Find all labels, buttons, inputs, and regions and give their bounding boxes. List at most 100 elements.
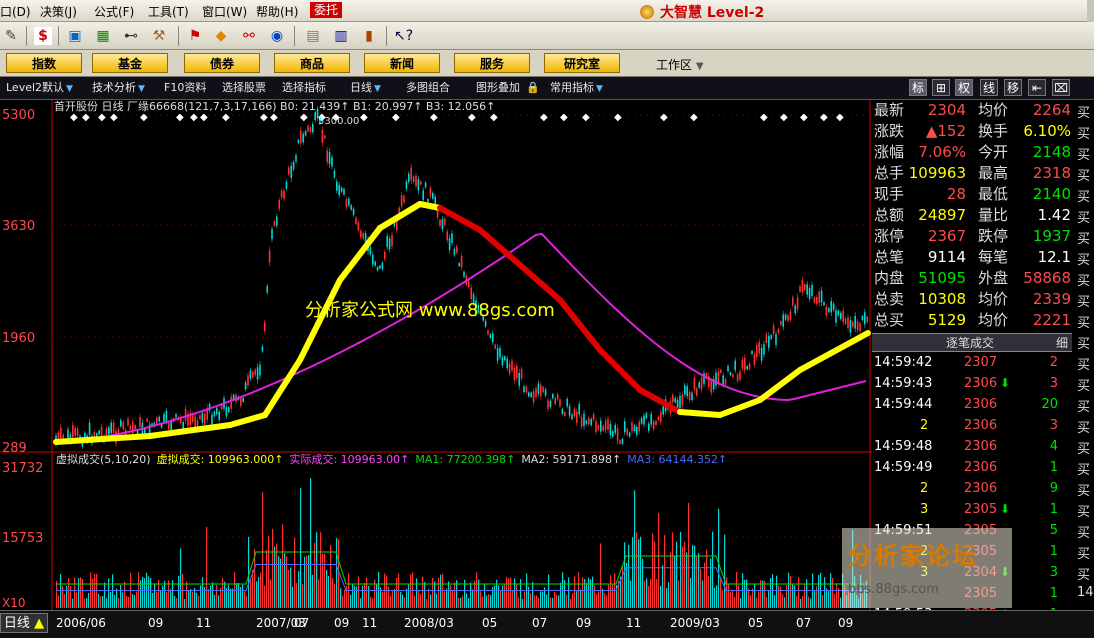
candle-body: [427, 198, 429, 203]
pencil-icon[interactable]: ✎: [2, 27, 20, 45]
books-icon[interactable]: ▮: [360, 27, 378, 45]
nav-index-button[interactable]: 指数: [6, 53, 82, 73]
link-icon[interactable]: ⚯: [240, 27, 258, 45]
menu-item-help[interactable]: 帮助(H): [256, 3, 298, 20]
candle-body: [168, 422, 170, 430]
candle-body: [592, 414, 595, 421]
nav-fund-button[interactable]: 基金: [92, 53, 168, 73]
binoculars-icon[interactable]: ⊷: [122, 27, 140, 45]
candle-body: [470, 287, 472, 300]
period-selector[interactable]: 日线 ▲: [0, 613, 48, 633]
candle-body: [535, 388, 537, 397]
candle-body: [405, 181, 408, 189]
quote-label: 涨跌: [874, 122, 905, 140]
candle-body: [540, 384, 542, 396]
tab-label: 技术分析: [92, 81, 136, 94]
volume-bar: [570, 598, 572, 608]
tab-line[interactable]: 线: [980, 79, 998, 96]
tab-move[interactable]: 移: [1004, 79, 1022, 96]
candle-body: [578, 403, 580, 415]
volume-bar: [508, 578, 510, 608]
volume-bar: [600, 543, 602, 608]
candle-body: [590, 419, 592, 425]
volume-legend-ma1: MA1: 77200.398↑: [415, 453, 515, 466]
candle-body: [537, 383, 540, 394]
tab-common-indicators[interactable]: 常用指标 ▼: [550, 80, 603, 96]
menu-item-window[interactable]: 窗口(W): [202, 3, 247, 20]
volume-bar: [174, 595, 176, 608]
help-cursor-icon[interactable]: ↖?: [394, 27, 413, 45]
tab-f10[interactable]: F10资料: [164, 80, 206, 96]
tab-grid[interactable]: ⊞: [932, 79, 950, 96]
volume-bar: [414, 595, 416, 608]
tab-overlay[interactable]: 图形叠加 🔒: [476, 80, 540, 96]
side-label: 14: [1077, 585, 1094, 600]
candle-body: [244, 382, 247, 390]
flag-icon[interactable]: ⚑: [186, 27, 204, 45]
menu-item-formula[interactable]: 公式(F): [94, 3, 134, 20]
dollar-icon[interactable]: $: [34, 27, 52, 45]
tab-select-stock[interactable]: 选择股票: [222, 80, 266, 96]
candle-body: [489, 334, 492, 338]
tab-rights[interactable]: 权: [955, 79, 973, 96]
nav-service-button[interactable]: 服务: [454, 53, 530, 73]
side-label: 买: [1077, 337, 1091, 352]
kline-chart[interactable]: 首开股份 日线 厂缘66668(121,7,3,17,166) B0: 21.4…: [0, 100, 872, 610]
nav-news-button[interactable]: 新闻: [364, 53, 440, 73]
volume-bar: [458, 597, 460, 608]
candle-body: [444, 218, 446, 226]
tab-close[interactable]: ⌧: [1052, 79, 1070, 96]
tick-trades-detail[interactable]: 细: [1056, 334, 1068, 353]
volume-bar: [698, 553, 700, 608]
tab-daily[interactable]: 日线 ▼: [350, 80, 381, 96]
tab-multi-chart[interactable]: 多图组合: [406, 80, 450, 96]
menu-item-view[interactable]: 口(D): [0, 3, 31, 20]
candle-body: [259, 364, 261, 376]
volume-bar: [166, 591, 168, 608]
candle-body: [348, 198, 350, 206]
price-tick-5300: 5300: [2, 108, 35, 123]
tab-select-indicator[interactable]: 选择指标: [282, 80, 326, 96]
tick-direction-icon: ⬇: [1000, 502, 1011, 516]
stock-icon[interactable]: ▣: [66, 27, 84, 45]
tab-mark[interactable]: 标: [909, 79, 927, 96]
tab-label: 常用指标: [550, 81, 594, 94]
volume-bar: [694, 545, 696, 608]
workarea-menu[interactable]: 工作区 ▼: [656, 56, 704, 73]
tab-technical-analysis[interactable]: 技术分析 ▼: [92, 80, 145, 96]
page-icon[interactable]: ▤: [304, 27, 322, 45]
diamond-icon[interactable]: ◆: [212, 27, 230, 45]
candle-body: [453, 248, 456, 256]
tick-trade-row: 3 2305 ⬇ 1: [872, 499, 1072, 520]
candle-body: [530, 392, 532, 397]
menu-item-decision[interactable]: 决策(J): [40, 3, 77, 20]
volume-bar: [248, 536, 250, 608]
grid-icon[interactable]: ▦: [94, 27, 112, 45]
side-label: 买: [1077, 316, 1091, 331]
trade-button[interactable]: 委托: [310, 2, 343, 18]
globe-icon[interactable]: ◉: [268, 27, 286, 45]
candle-body: [386, 236, 388, 248]
side-label: 买: [1077, 568, 1091, 583]
volume-bar: [836, 583, 838, 608]
candle-body: [105, 428, 108, 436]
tab-back[interactable]: ⇤: [1028, 79, 1046, 96]
tab-level2-default[interactable]: Level2默认 ▼: [6, 80, 73, 96]
candle-body: [696, 388, 698, 396]
tools-icon[interactable]: ⚒: [150, 27, 168, 45]
volume-bar: [196, 592, 198, 608]
chart-watermark: 分析家公式网 www.88gs.com: [305, 300, 555, 321]
candle-body: [297, 139, 300, 144]
nav-commodity-button[interactable]: 商品: [274, 53, 350, 73]
volume-bar: [236, 583, 238, 608]
tick-price: 2306: [964, 460, 998, 475]
window-icon[interactable]: ▥: [332, 27, 350, 45]
nav-bond-button[interactable]: 债券: [184, 53, 260, 73]
candle-body: [739, 371, 741, 380]
menu-item-tools[interactable]: 工具(T): [148, 3, 189, 20]
candle-body: [768, 335, 770, 348]
volume-bar: [826, 588, 828, 608]
date-tick: 05: [748, 616, 764, 630]
volume-bar: [806, 579, 808, 608]
nav-research-button[interactable]: 研究室: [544, 53, 620, 73]
